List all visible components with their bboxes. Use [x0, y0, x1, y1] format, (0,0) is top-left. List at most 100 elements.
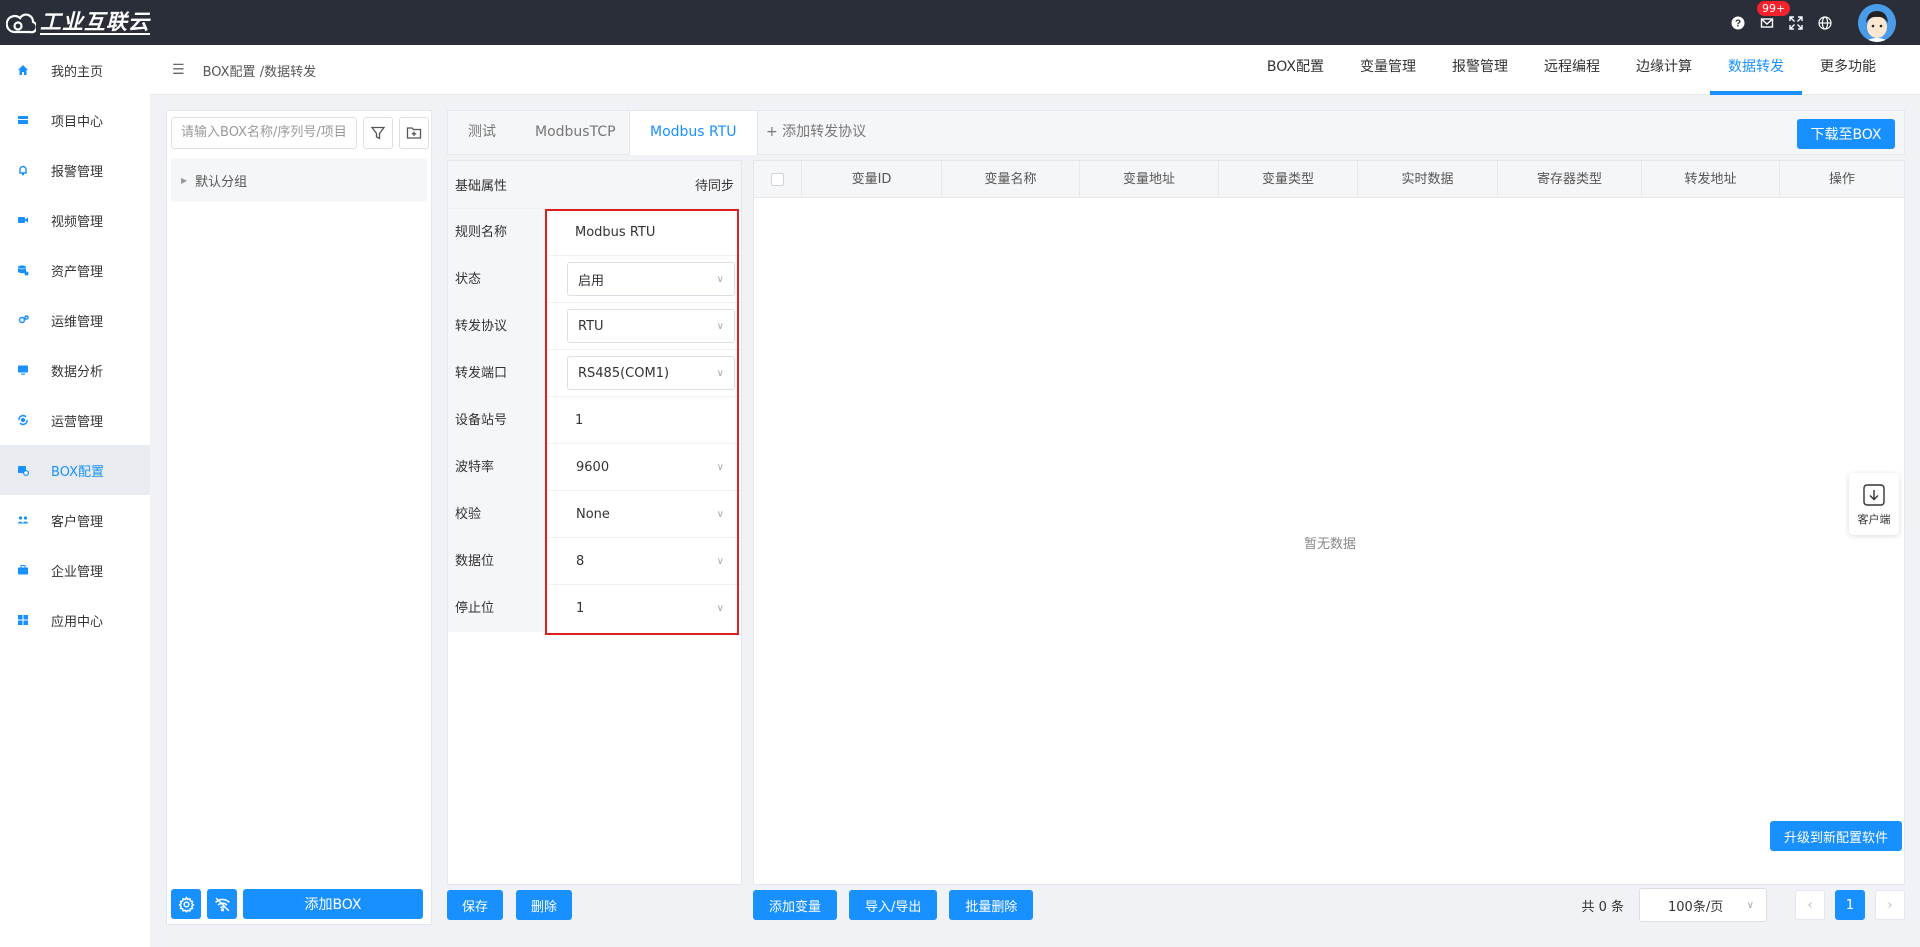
topnav-box-config[interactable]: BOX配置 — [1249, 45, 1342, 95]
page-number-button[interactable]: 1 — [1835, 890, 1865, 920]
form-row-status: 状态 启用 ∨ — [448, 255, 741, 303]
upgrade-config-software-button[interactable]: 升级到新配置软件 — [1769, 821, 1902, 851]
add-box-button[interactable]: 添加BOX — [243, 889, 423, 919]
sidebar-item-operations[interactable]: 运营管理 — [0, 395, 150, 445]
parity-select[interactable]: None ∨ — [565, 497, 735, 531]
column-header[interactable]: 变量地址 — [1080, 161, 1219, 198]
expand-arrow-icon[interactable]: ▶ — [181, 176, 187, 185]
user-avatar[interactable] — [1858, 3, 1896, 42]
column-header[interactable]: 寄存器类型 — [1498, 161, 1642, 198]
tab-test[interactable]: 测试 — [468, 111, 496, 154]
download-icon — [1863, 484, 1885, 506]
data-bits-select[interactable]: 8 ∨ — [565, 544, 735, 578]
tab-modbus-tcp[interactable]: ModbusTCP — [535, 111, 616, 154]
mail-icon[interactable]: 99+ — [1757, 0, 1791, 30]
select-value: 8 — [576, 553, 585, 569]
logo[interactable]: 工业互联云 — [6, 10, 150, 36]
column-header[interactable]: 变量名称 — [942, 161, 1080, 198]
import-export-button[interactable]: 导入/导出 — [849, 890, 938, 920]
delete-button[interactable]: 删除 — [516, 890, 573, 920]
sidebar-item-home[interactable]: 我的主页 — [0, 45, 150, 95]
download-to-box-button[interactable]: 下载至BOX — [1797, 119, 1895, 149]
save-button[interactable]: 保存 — [447, 890, 504, 920]
prev-page-button[interactable]: ‹ — [1795, 890, 1825, 920]
sidebar-item-assets[interactable]: 资产管理 — [0, 245, 150, 295]
sidebar-item-video[interactable]: 视频管理 — [0, 195, 150, 245]
rule-name-field[interactable]: Modbus RTU — [548, 209, 741, 256]
fullscreen-icon[interactable] — [1789, 15, 1803, 30]
stop-bits-select[interactable]: 1 ∨ — [565, 591, 735, 625]
help-icon[interactable]: ? — [1731, 16, 1745, 30]
sidebar-item-label: 数据分析 — [51, 364, 104, 380]
topnav-data-forwarding[interactable]: 数据转发 — [1710, 45, 1802, 95]
page-size-select[interactable]: 100条/页 ∨ — [1639, 888, 1767, 922]
topnav-variables[interactable]: 变量管理 — [1342, 45, 1434, 95]
batch-delete-button[interactable]: 批量删除 — [949, 890, 1034, 920]
column-header[interactable]: 实时数据 — [1358, 161, 1498, 198]
language-globe-icon[interactable] — [1818, 15, 1832, 30]
status-select[interactable]: 启用 ∨ — [567, 262, 735, 296]
table-header: 变量ID 变量名称 变量地址 变量类型 实时数据 寄存器类型 转发地址 操作 — [754, 161, 1904, 198]
station-number-field[interactable]: 1 — [548, 397, 741, 444]
sidebar-item-box-config[interactable]: BOX配置 — [0, 445, 150, 495]
filter-icon — [370, 126, 386, 140]
offline-button[interactable] — [207, 889, 237, 919]
sidebar-item-customers[interactable]: 客户管理 — [0, 495, 150, 545]
topnav-alarms[interactable]: 报警管理 — [1434, 45, 1526, 95]
sidebar-item-label: BOX配置 — [51, 464, 104, 480]
chevron-left-icon: ‹ — [1807, 897, 1813, 913]
port-select[interactable]: RS485(COM1) ∨ — [567, 356, 735, 390]
field-label: 停止位 — [448, 584, 548, 632]
sidebar-item-label: 运营管理 — [51, 414, 104, 430]
topnav-remote-programming[interactable]: 远程编程 — [1526, 45, 1618, 95]
add-protocol-tab[interactable]: + 添加转发协议 — [766, 111, 866, 154]
select-all-cell — [754, 161, 802, 198]
sidebar-item-label: 我的主页 — [51, 64, 104, 80]
sidebar-item-analytics[interactable]: 数据分析 — [0, 345, 150, 395]
operation-icon — [16, 413, 30, 427]
column-header[interactable]: 变量ID — [802, 161, 942, 198]
sidebar-item-alarms[interactable]: 报警管理 — [0, 145, 150, 195]
column-header[interactable]: 操作 — [1780, 161, 1904, 198]
sidebar-item-label: 资产管理 — [51, 264, 104, 280]
protocol-tabs: 测试 ModbusTCP Modbus RTU + 添加转发协议 下载至BOX — [447, 110, 1905, 155]
form-row-protocol: 转发协议 RTU ∨ — [448, 302, 741, 350]
form-row-stop-bits: 停止位 1 ∨ — [448, 584, 741, 632]
sidebar-item-maintenance[interactable]: 运维管理 — [0, 295, 150, 345]
sidebar-item-label: 运维管理 — [51, 314, 104, 330]
breadcrumb-text: BOX配置 /数据转发 — [202, 64, 317, 80]
tab-modbus-rtu[interactable]: Modbus RTU — [629, 111, 758, 155]
menu-toggle-icon[interactable]: ☰ — [172, 62, 185, 78]
sidebar-item-projects[interactable]: 项目中心 — [0, 95, 150, 145]
box-tree-panel: 请输入BOX名称/序列号/项目 ▶ 默认分组 添加BOX — [166, 110, 432, 925]
notification-badge: 99+ — [1757, 0, 1791, 16]
add-variable-button[interactable]: 添加变量 — [753, 890, 838, 920]
column-header[interactable]: 变量类型 — [1219, 161, 1358, 198]
add-folder-button[interactable] — [399, 117, 429, 149]
total-count: 共 0 条 — [1581, 899, 1624, 915]
next-page-button[interactable]: › — [1875, 890, 1905, 920]
page-size-value: 100条/页 — [1668, 899, 1724, 915]
settings-button[interactable] — [171, 889, 201, 919]
topnav-edge-computing[interactable]: 边缘计算 — [1618, 45, 1710, 95]
protocol-select[interactable]: RTU ∨ — [567, 309, 735, 343]
folder-plus-icon — [406, 127, 422, 139]
topnav-more[interactable]: 更多功能 — [1802, 45, 1894, 95]
tree-group-default[interactable]: ▶ 默认分组 — [171, 158, 427, 202]
client-download-widget[interactable]: 客户端 — [1849, 473, 1899, 535]
group-label: 默认分组 — [195, 174, 248, 190]
box-search-input[interactable]: 请输入BOX名称/序列号/项目 — [171, 117, 357, 149]
cloud-logo-icon — [6, 13, 36, 33]
properties-form: 基础属性 待同步 规则名称 Modbus RTU 状态 启用 ∨ 转发协议 RTU… — [447, 160, 742, 885]
field-label: 校验 — [448, 490, 548, 538]
sidebar: 我的主页 项目中心 报警管理 视频管理 资产管理 运维管理 数据分析 运营管理 … — [0, 45, 150, 947]
baud-rate-select[interactable]: 9600 ∨ — [565, 450, 735, 484]
chevron-down-icon: ∨ — [716, 508, 724, 520]
filter-button[interactable] — [363, 117, 393, 149]
sidebar-item-label: 项目中心 — [51, 114, 104, 130]
column-header[interactable]: 转发地址 — [1642, 161, 1780, 198]
sidebar-item-apps[interactable]: 应用中心 — [0, 595, 150, 645]
select-all-checkbox[interactable] — [771, 173, 784, 186]
page-header: ☰ BOX配置 /数据转发 BOX配置 变量管理 报警管理 远程编程 边缘计算 … — [150, 45, 1920, 95]
sidebar-item-enterprise[interactable]: 企业管理 — [0, 545, 150, 595]
